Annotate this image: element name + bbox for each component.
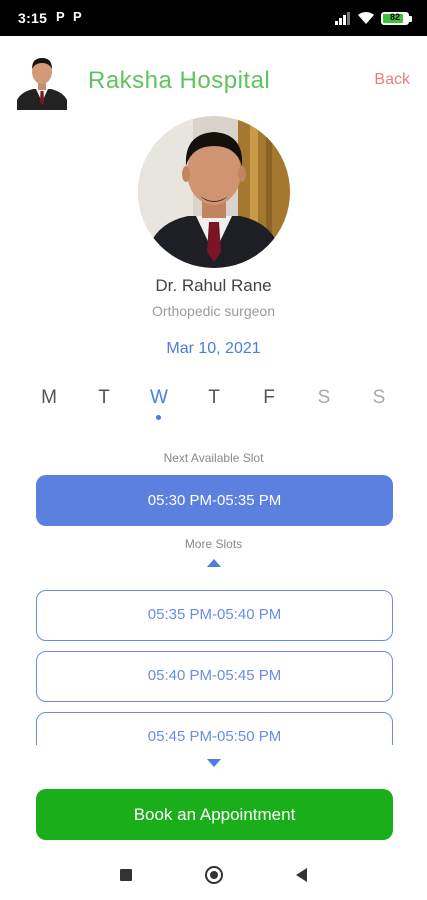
square-icon[interactable] — [120, 869, 132, 881]
back-button[interactable]: Back — [374, 71, 410, 89]
day-sunday[interactable]: S — [365, 387, 393, 409]
circle-icon[interactable] — [205, 866, 223, 884]
status-icons: 82 — [335, 10, 412, 26]
status-time: 3:15 — [18, 10, 48, 26]
scroll-down-arrow-icon[interactable] — [207, 759, 221, 767]
battery-icon: 82 — [381, 11, 412, 25]
battery-percent: 82 — [389, 11, 400, 22]
doctor-specialty: Orthopedic surgeon — [152, 303, 275, 319]
slot-item[interactable]: 05:45 PM-05:50 PM — [36, 712, 393, 745]
next-slot-caption: Next Available Slot — [163, 451, 264, 465]
doctor-photo — [138, 116, 290, 268]
wifi-icon — [357, 11, 375, 25]
slot-item[interactable]: 05:40 PM-05:45 PM — [36, 651, 393, 702]
next-slot-button[interactable]: 05:30 PM-05:35 PM — [36, 475, 393, 526]
system-nav-bar — [0, 850, 427, 900]
day-thursday[interactable]: T — [200, 387, 228, 409]
book-appointment-button[interactable]: Book an Appointment — [36, 789, 393, 840]
signal-icon — [335, 11, 351, 25]
triangle-back-icon[interactable] — [296, 868, 307, 882]
day-friday[interactable]: F — [255, 387, 283, 409]
more-slots-list[interactable]: 05:35 PM-05:40 PM 05:40 PM-05:45 PM 05:4… — [36, 590, 393, 745]
header-avatar[interactable] — [17, 54, 67, 110]
week-day-selector: M T W T F S S — [21, 387, 406, 421]
status-bar: 3:15 P P 82 — [0, 0, 427, 36]
circle-inner — [210, 871, 218, 879]
notification-p-icon: P — [73, 9, 82, 24]
doctor-name: Dr. Rahul Rane — [155, 276, 272, 295]
battery-tip — [409, 15, 412, 22]
more-slots-caption: More Slots — [184, 537, 243, 551]
day-monday[interactable]: M — [35, 387, 63, 409]
scroll-up-arrow-icon[interactable] — [207, 559, 221, 567]
selected-date[interactable]: Mar 10, 2021 — [0, 340, 427, 358]
day-tuesday[interactable]: T — [90, 387, 118, 409]
day-saturday[interactable]: S — [310, 387, 338, 409]
hospital-title: Raksha Hospital — [88, 67, 271, 94]
slot-item[interactable]: 05:35 PM-05:40 PM — [36, 590, 393, 641]
day-wednesday[interactable]: W — [145, 387, 173, 409]
notification-p-icon: P — [56, 9, 65, 24]
selected-day-indicator — [156, 415, 161, 420]
